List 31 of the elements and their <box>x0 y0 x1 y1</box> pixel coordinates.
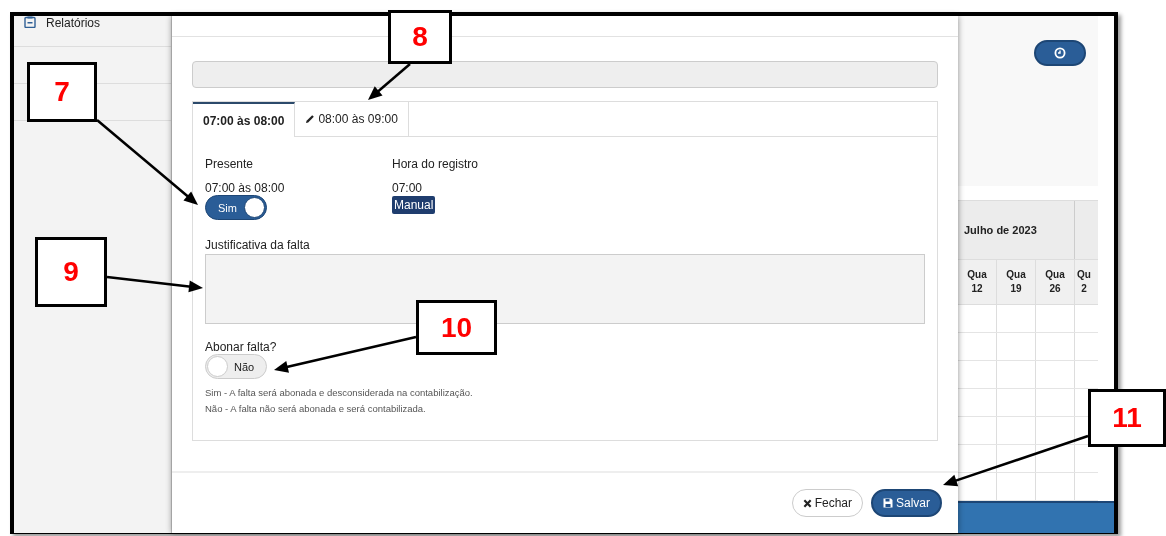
toggle-switch[interactable]: Não <box>205 354 267 379</box>
callout-number: 9 <box>63 256 79 288</box>
toggle-switch[interactable]: Sim <box>205 195 267 220</box>
field-label: Hora do registro <box>392 157 480 171</box>
column-header: Qua 12 <box>967 268 987 296</box>
callout-number: 7 <box>54 76 70 108</box>
column-header: Qu 2 <box>1077 268 1091 296</box>
tab[interactable]: 07:00 às 08:00 <box>193 102 296 137</box>
status-badge: Manual <box>392 196 436 214</box>
save-button[interactable]: Salvar <box>871 489 942 517</box>
callout-number: 10 <box>440 311 473 344</box>
close-button[interactable]: Fechar <box>791 489 863 517</box>
callout-number: 11 <box>1112 402 1142 434</box>
pencil-icon <box>305 114 316 124</box>
help-text: Sim - A falta será abonada e desconsiderada na contabilização. <box>205 387 474 398</box>
field-label: Justificativa da falta <box>205 238 311 252</box>
tab[interactable]: 08:00 às 09:00 <box>295 102 409 137</box>
clock-button[interactable] <box>1034 40 1086 66</box>
time-text: 07:00 <box>392 181 424 195</box>
report-icon <box>24 16 36 28</box>
help-text: Não - A falta não será abonada e será contabilizada. <box>205 403 427 414</box>
field-label: Abonar falta? <box>205 340 278 354</box>
floppy-icon <box>883 498 893 508</box>
field-label: Presente <box>205 157 255 171</box>
close-icon <box>802 498 812 508</box>
column-header: Qua 26 <box>1045 268 1065 296</box>
period-text: 07:00 às 08:00 <box>205 181 286 195</box>
column-header: Qua 19 <box>1006 268 1026 296</box>
clock-icon <box>1054 47 1066 59</box>
callout-number: 8 <box>412 21 428 53</box>
sidebar-item[interactable]: Relatórios <box>46 16 101 30</box>
